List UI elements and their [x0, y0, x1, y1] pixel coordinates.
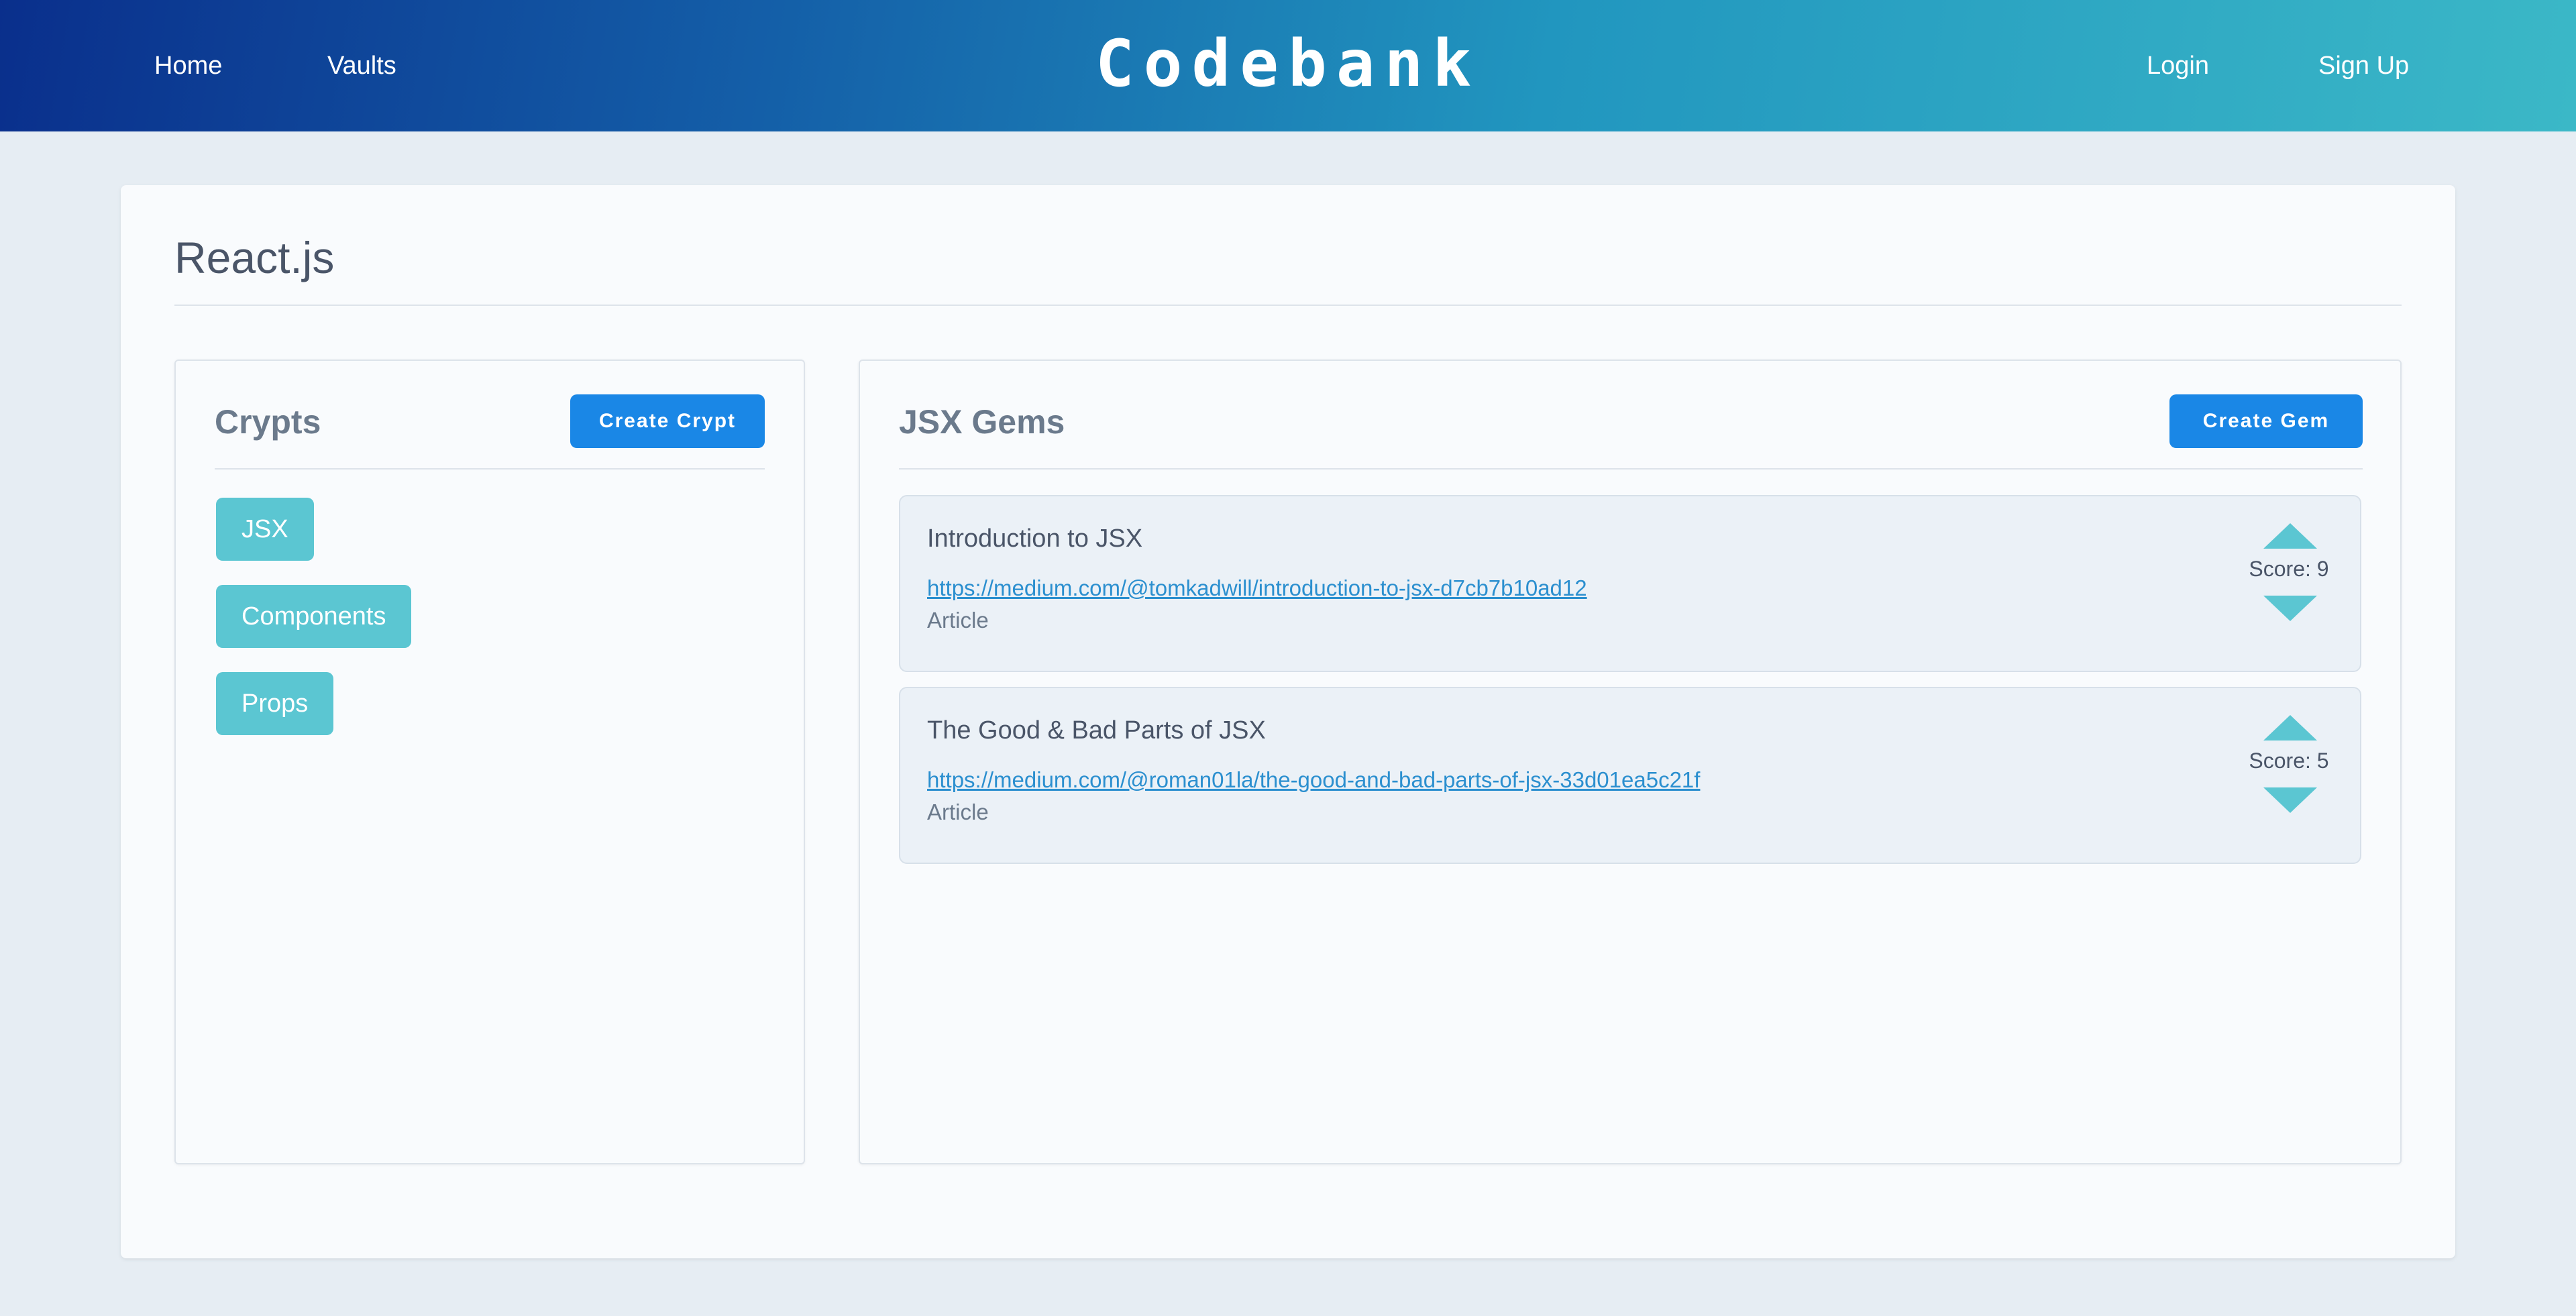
title-divider	[174, 305, 2402, 306]
create-crypt-button[interactable]: Create Crypt	[570, 394, 765, 448]
gems-divider	[899, 468, 2363, 470]
gem-card: Introduction to JSX https://medium.com/@…	[899, 495, 2361, 672]
crypt-chip[interactable]: Components	[216, 585, 412, 648]
gems-title: JSX Gems	[899, 403, 1065, 441]
triangle-down-icon[interactable]	[2263, 787, 2317, 813]
triangle-up-icon[interactable]	[2263, 715, 2317, 741]
gem-url-link[interactable]: https://medium.com/@tomkadwill/introduct…	[927, 575, 1587, 601]
brand-logo[interactable]: Codebank	[1087, 20, 1489, 107]
nav-vaults-link[interactable]: Vaults	[327, 48, 396, 83]
create-gem-button[interactable]: Create Gem	[2169, 394, 2363, 448]
nav-login-link[interactable]: Login	[2147, 48, 2209, 83]
gem-type: Article	[927, 608, 989, 633]
crypt-chip[interactable]: JSX	[216, 498, 314, 561]
crypts-panel: Crypts Create Crypt JSX Components Props	[174, 360, 805, 1164]
nav-signup-link[interactable]: Sign Up	[2318, 48, 2409, 83]
crypt-chip[interactable]: Props	[216, 672, 334, 735]
crypts-divider	[215, 468, 765, 470]
page-title: React.js	[174, 233, 335, 282]
gem-title: The Good & Bad Parts of JSX	[927, 716, 1266, 745]
gem-type: Article	[927, 800, 989, 824]
gems-panel: JSX Gems Create Gem Introduction to JSX …	[859, 360, 2402, 1164]
gem-title: Introduction to JSX	[927, 525, 1143, 553]
triangle-up-icon[interactable]	[2263, 523, 2317, 549]
gem-score: Score: 5	[2249, 749, 2329, 773]
gem-card: The Good & Bad Parts of JSX https://medi…	[899, 687, 2361, 864]
vault-card: React.js Crypts Create Crypt JSX Compone…	[121, 185, 2455, 1258]
nav-home-link[interactable]: Home	[154, 48, 222, 83]
crypts-title: Crypts	[215, 403, 321, 441]
triangle-down-icon[interactable]	[2263, 596, 2317, 621]
gem-score: Score: 9	[2249, 557, 2329, 581]
top-navbar: Home Vaults Codebank Login Sign Up	[0, 0, 2576, 131]
gem-url-link[interactable]: https://medium.com/@roman01la/the-good-a…	[927, 767, 1700, 793]
